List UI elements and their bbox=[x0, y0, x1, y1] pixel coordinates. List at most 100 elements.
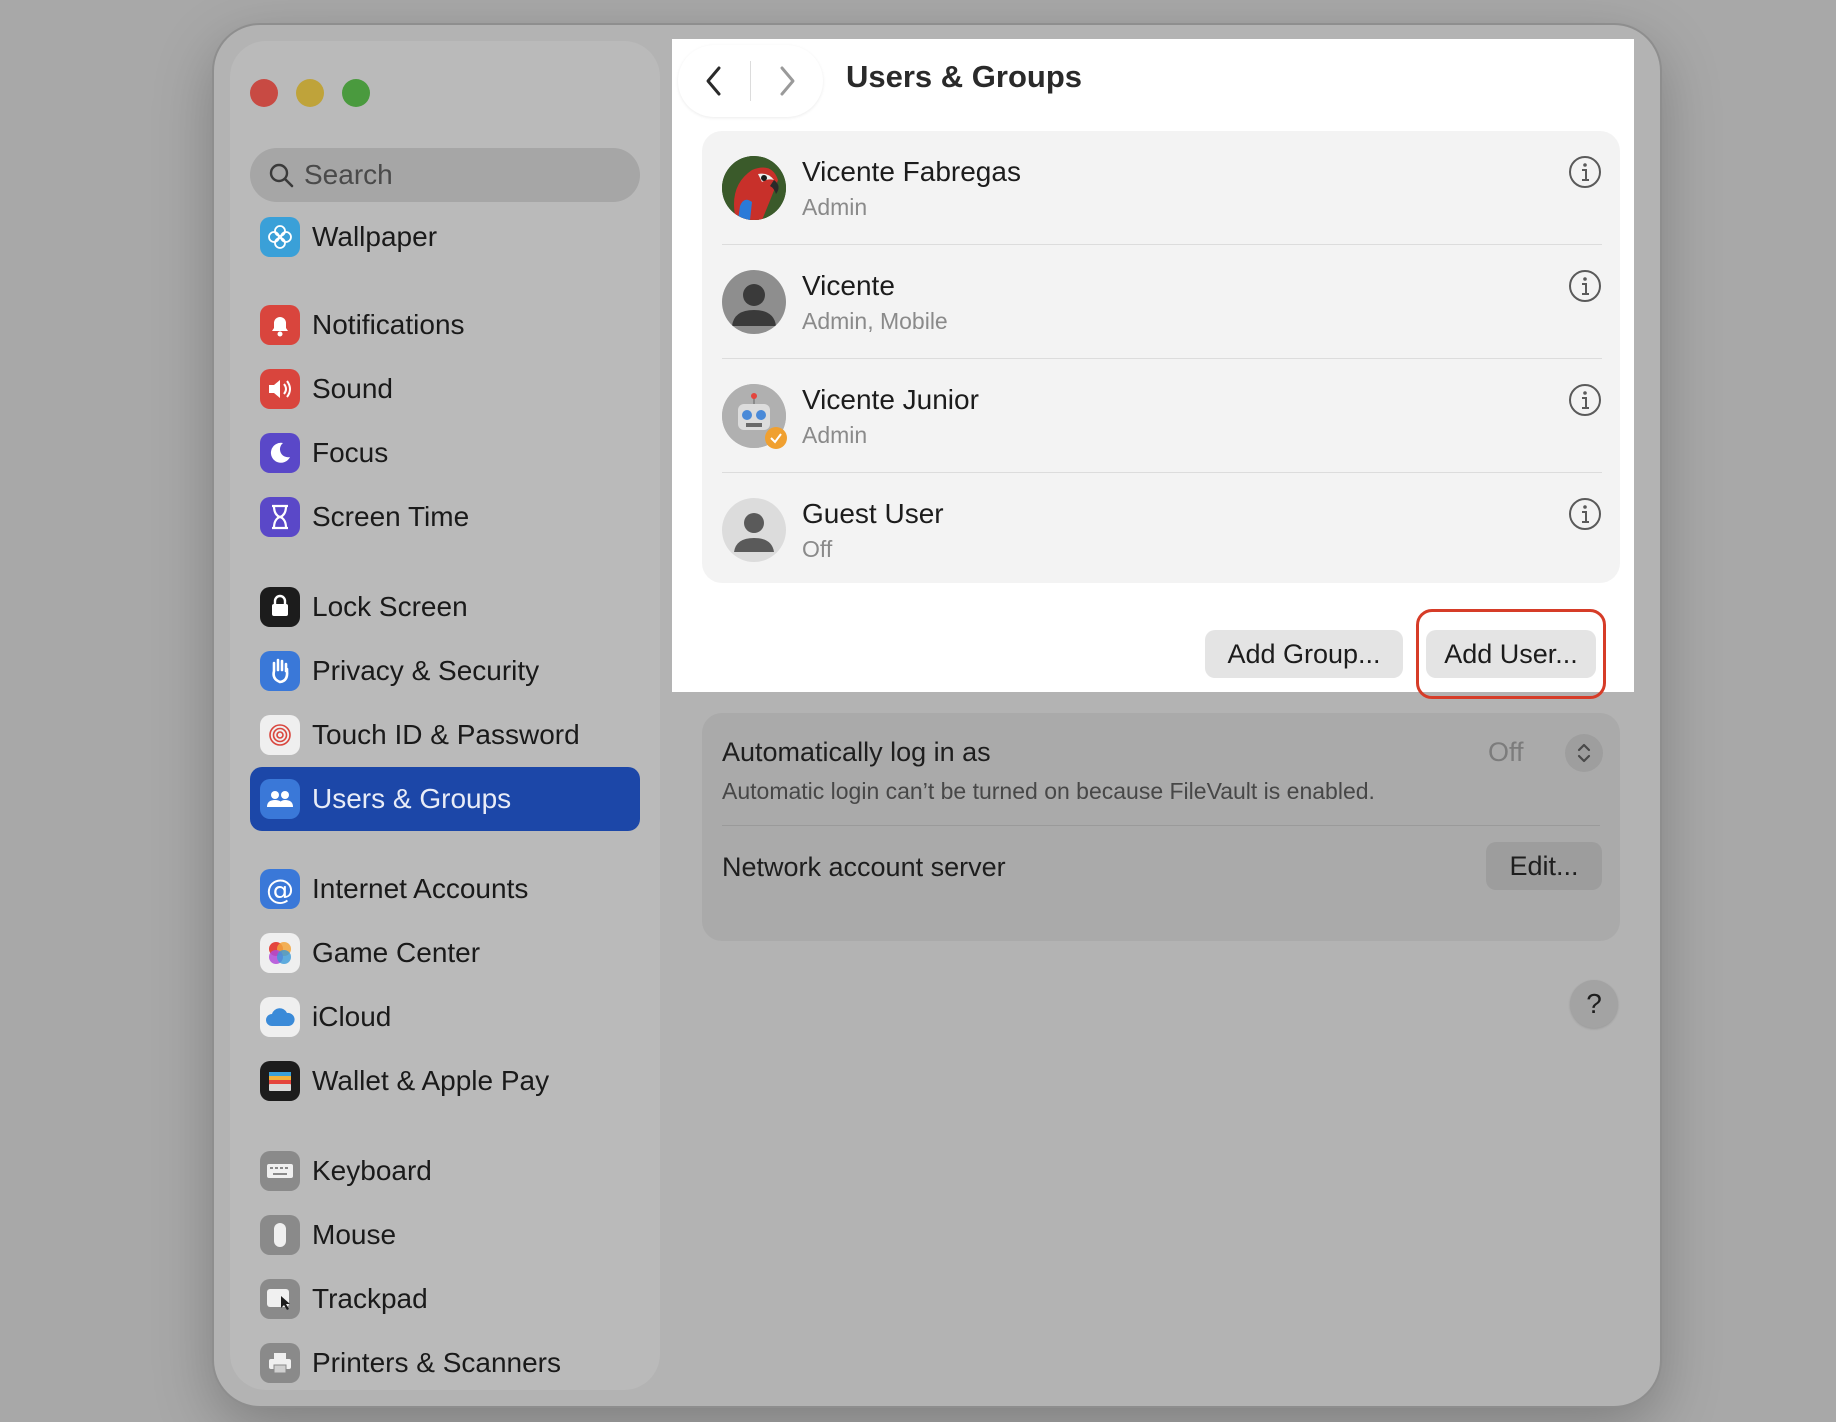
user-name: Vicente Fabregas bbox=[802, 155, 1021, 187]
sidebar-item-label: Printers & Scanners bbox=[312, 1347, 561, 1378]
sidebar-item-internet-accounts[interactable]: @ Internet Accounts bbox=[250, 857, 640, 921]
game-center-icon bbox=[260, 933, 300, 973]
person-avatar bbox=[722, 270, 786, 334]
robot-avatar bbox=[722, 384, 787, 449]
help-button[interactable]: ? bbox=[1570, 980, 1618, 1028]
auto-login-value[interactable]: Off bbox=[1488, 737, 1524, 768]
auto-login-note: Automatic login can’t be turned on becau… bbox=[722, 778, 1375, 804]
at-sign-icon: @ bbox=[260, 869, 300, 909]
sidebar-item-sound[interactable]: Sound bbox=[250, 357, 640, 421]
sidebar-item-focus[interactable]: Focus bbox=[250, 421, 640, 485]
info-icon[interactable] bbox=[1568, 497, 1602, 531]
sidebar-item-label: Sound bbox=[312, 373, 393, 404]
sidebar-item-label: Focus bbox=[312, 437, 389, 468]
sidebar-item-label: Game Center bbox=[312, 937, 481, 968]
sidebar-item-label: Trackpad bbox=[312, 1283, 428, 1314]
sidebar-item-label: Lock Screen bbox=[312, 591, 468, 622]
sidebar-item-label: Keyboard bbox=[312, 1155, 432, 1186]
info-icon[interactable] bbox=[1568, 269, 1602, 303]
search-field[interactable]: Search bbox=[250, 148, 640, 202]
info-icon[interactable] bbox=[1568, 383, 1602, 417]
sidebar-item-icloud[interactable]: iCloud bbox=[250, 985, 640, 1049]
sidebar-item-wallet[interactable]: Wallet & Apple Pay bbox=[250, 1049, 640, 1113]
sidebar-item-users-groups[interactable]: Users & Groups bbox=[250, 767, 640, 831]
sidebar-item-screen-time[interactable]: Screen Time bbox=[250, 485, 640, 549]
lock-screen-icon bbox=[260, 587, 300, 627]
sidebar-item-label: Touch ID & Password bbox=[312, 719, 580, 750]
icloud-icon bbox=[260, 997, 300, 1037]
trackpad-icon bbox=[260, 1279, 300, 1319]
sidebar-item-printers[interactable]: Printers & Scanners bbox=[250, 1331, 640, 1395]
search-icon bbox=[269, 163, 294, 188]
user-role: Admin, Mobile bbox=[802, 307, 948, 334]
sidebar-item-keyboard[interactable]: Keyboard bbox=[250, 1139, 640, 1203]
user-role: Admin bbox=[802, 421, 868, 448]
user-role: Off bbox=[802, 535, 833, 562]
sidebar-item-label: Notifications bbox=[312, 309, 465, 340]
sidebar-item-label: Screen Time bbox=[312, 501, 470, 532]
forward-button[interactable] bbox=[751, 45, 823, 117]
network-server-label: Network account server bbox=[722, 852, 1006, 882]
focus-moon-icon bbox=[260, 433, 300, 473]
user-name: Guest User bbox=[802, 497, 944, 529]
user-row[interactable]: Vicente Junior Admin bbox=[722, 359, 1602, 473]
chevron-right-icon bbox=[780, 66, 795, 96]
wallpaper-icon bbox=[260, 217, 300, 257]
parrot-avatar bbox=[722, 156, 786, 220]
mouse-icon bbox=[260, 1215, 300, 1255]
sidebar-item-notifications[interactable]: Notifications bbox=[250, 293, 640, 357]
hourglass-icon bbox=[260, 497, 300, 537]
sidebar-item-privacy-security[interactable]: Privacy & Security bbox=[250, 639, 640, 703]
sidebar-item-lock-screen[interactable]: Lock Screen bbox=[250, 575, 640, 639]
sidebar-item-label: Wallet & Apple Pay bbox=[312, 1065, 550, 1096]
page-title: Users & Groups bbox=[846, 59, 1083, 94]
fingerprint-icon bbox=[260, 715, 300, 755]
admin-badge-icon bbox=[765, 427, 787, 449]
user-name: Vicente bbox=[802, 269, 895, 301]
info-icon[interactable] bbox=[1568, 155, 1602, 189]
user-row[interactable]: Vicente Admin, Mobile bbox=[722, 245, 1602, 359]
user-name: Vicente Junior bbox=[802, 383, 979, 415]
auto-login-popup[interactable] bbox=[1565, 734, 1603, 772]
sidebar-item-trackpad[interactable]: Trackpad bbox=[250, 1267, 640, 1331]
sidebar-item-game-center[interactable]: Game Center bbox=[250, 921, 640, 985]
minimize-window-button[interactable] bbox=[296, 79, 324, 107]
up-down-chevron-icon bbox=[1577, 743, 1591, 763]
sidebar-item-touch-id[interactable]: Touch ID & Password bbox=[250, 703, 640, 767]
search-placeholder: Search bbox=[304, 159, 393, 190]
notifications-icon bbox=[260, 305, 300, 345]
login-options-card: Automatically log in as Off Automatic lo… bbox=[702, 713, 1620, 941]
users-list: Vicente Fabregas Admin Vicente Admin, Mo… bbox=[702, 131, 1620, 583]
user-role: Admin bbox=[802, 193, 868, 220]
printer-icon bbox=[260, 1343, 300, 1383]
sound-icon bbox=[260, 369, 300, 409]
sidebar-item-label: Wallpaper bbox=[312, 221, 438, 252]
auto-login-label: Automatically log in as bbox=[722, 737, 991, 767]
sidebar-item-label: Internet Accounts bbox=[312, 873, 529, 904]
keyboard-icon bbox=[260, 1151, 300, 1191]
add-user-highlight bbox=[1416, 609, 1606, 699]
sidebar-item-label: Users & Groups bbox=[312, 783, 512, 814]
settings-window: Search Wallpaper Notifications Sound Foc bbox=[214, 25, 1660, 1406]
sidebar: Search Wallpaper Notifications Sound Foc bbox=[230, 41, 660, 1390]
guest-avatar bbox=[722, 498, 786, 562]
edit-network-server-button[interactable]: Edit... bbox=[1486, 842, 1602, 890]
back-button[interactable] bbox=[678, 45, 750, 117]
user-row[interactable]: Vicente Fabregas Admin bbox=[722, 131, 1602, 245]
sidebar-item-label: Privacy & Security bbox=[312, 655, 540, 686]
add-group-button[interactable]: Add Group... bbox=[1205, 630, 1403, 678]
close-window-button[interactable] bbox=[250, 79, 278, 107]
zoom-window-button[interactable] bbox=[342, 79, 370, 107]
sidebar-item-wallpaper[interactable]: Wallpaper bbox=[250, 205, 640, 269]
privacy-hand-icon bbox=[260, 651, 300, 691]
sidebar-item-mouse[interactable]: Mouse bbox=[250, 1203, 640, 1267]
chevron-left-icon bbox=[706, 66, 721, 96]
wallet-icon bbox=[260, 1061, 300, 1101]
history-navigation bbox=[678, 45, 823, 117]
users-icon bbox=[260, 779, 300, 819]
user-row[interactable]: Guest User Off bbox=[722, 473, 1602, 587]
sidebar-item-label: Mouse bbox=[312, 1219, 397, 1250]
sidebar-item-label: iCloud bbox=[312, 1001, 392, 1032]
users-panel: Users & Groups Vicente Fabregas Admin Vi… bbox=[672, 39, 1634, 699]
section-divider bbox=[722, 825, 1600, 826]
